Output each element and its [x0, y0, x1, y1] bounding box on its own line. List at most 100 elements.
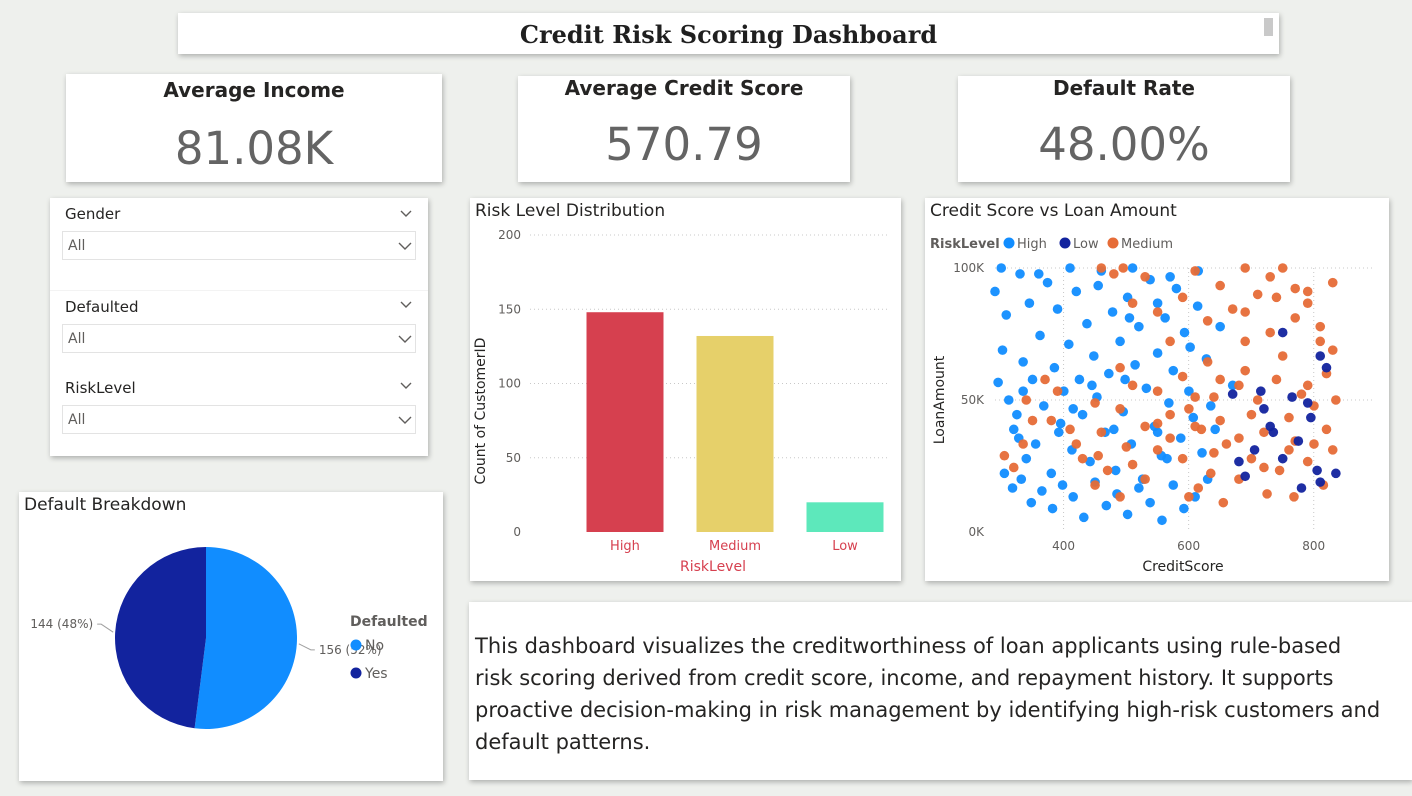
scatter-point-high[interactable]	[1093, 280, 1103, 291]
scatter-point-high[interactable]	[1141, 383, 1152, 394]
scatter-point-medium[interactable]	[1121, 442, 1132, 452]
scatter-point-medium[interactable]	[1152, 386, 1163, 396]
scatter-point-high[interactable]	[1152, 427, 1163, 438]
scatter-point-high[interactable]	[1104, 368, 1114, 379]
scatter-point-medium[interactable]	[1190, 421, 1200, 432]
scatter-point-medium[interactable]	[1302, 298, 1313, 308]
scatter-point-high[interactable]	[1089, 351, 1099, 361]
scatter-point-high[interactable]	[1134, 321, 1144, 332]
scatter-point-medium[interactable]	[1262, 489, 1272, 499]
scatter-point-medium[interactable]	[1008, 462, 1019, 473]
scatter-point-medium[interactable]	[1290, 313, 1301, 323]
scatter-point-high[interactable]	[1026, 497, 1037, 508]
scatter-point-low[interactable]	[1259, 404, 1269, 414]
scatter-point-high[interactable]	[1152, 348, 1163, 358]
scatter-point-medium[interactable]	[1209, 448, 1219, 458]
bar-low[interactable]	[806, 502, 884, 532]
scatter-point-high[interactable]	[1052, 304, 1063, 314]
scatter-point-high[interactable]	[1082, 318, 1092, 329]
scatter-point-high[interactable]	[1168, 480, 1179, 490]
scatter-point-medium[interactable]	[1271, 374, 1282, 385]
scatter-point-medium[interactable]	[1215, 280, 1225, 291]
scatter-point-high[interactable]	[990, 286, 1000, 297]
scatter-point-high[interactable]	[1033, 269, 1044, 279]
scatter-point-low[interactable]	[1249, 445, 1260, 455]
scatter-point-medium[interactable]	[1096, 427, 1107, 438]
scatter-point-high[interactable]	[1210, 424, 1220, 435]
scatter-point-medium[interactable]	[1227, 304, 1238, 314]
scatter-point-medium[interactable]	[1018, 439, 1028, 449]
scatter-point-medium[interactable]	[1265, 327, 1275, 338]
scatter-point-medium[interactable]	[1177, 453, 1188, 464]
scatter-point-high[interactable]	[1077, 409, 1088, 420]
scatter-point-high[interactable]	[1145, 497, 1155, 508]
chevron-down-icon[interactable]	[398, 206, 414, 222]
scatter-point-medium[interactable]	[1152, 418, 1163, 429]
scatter-point-medium[interactable]	[1096, 263, 1107, 273]
chevron-down-icon[interactable]	[398, 297, 414, 313]
scatter-point-low[interactable]	[1312, 465, 1322, 476]
scatter-point-low[interactable]	[1277, 327, 1288, 338]
scatter-point-high[interactable]	[1165, 272, 1175, 282]
scatter-point-low[interactable]	[1265, 421, 1275, 432]
scatter-point-medium[interactable]	[1315, 321, 1326, 332]
scatter-point-high[interactable]	[1115, 336, 1125, 347]
scatter-point-high[interactable]	[996, 263, 1007, 273]
scatter-point-medium[interactable]	[1240, 263, 1250, 273]
scatter-point-high[interactable]	[1007, 483, 1018, 493]
scatter-point-medium[interactable]	[1271, 292, 1282, 303]
scatter-point-high[interactable]	[999, 468, 1010, 479]
legend-item-medium[interactable]: Medium	[1121, 237, 1173, 252]
default-breakdown-pie-chart[interactable]: Default Breakdown 156 (52%) 144 (48%) Def…	[19, 492, 443, 781]
scatter-point-high[interactable]	[1179, 327, 1190, 338]
scatter-point-low[interactable]	[1331, 468, 1341, 479]
scatter-point-high[interactable]	[1068, 492, 1078, 502]
scatter-point-medium[interactable]	[1077, 453, 1088, 464]
scatter-point-medium[interactable]	[1296, 389, 1307, 399]
scatter-point-medium[interactable]	[1177, 371, 1188, 382]
scatter-point-medium[interactable]	[1277, 351, 1288, 361]
scatter-point-medium[interactable]	[1184, 404, 1194, 414]
risklevel-dropdown[interactable]: All	[62, 405, 416, 434]
title-scrollbar[interactable]	[1264, 18, 1273, 36]
scatter-point-medium[interactable]	[1246, 409, 1257, 420]
scatter-point-medium[interactable]	[1118, 263, 1129, 273]
scatter-point-medium[interactable]	[1302, 380, 1313, 391]
pie-slice-yes[interactable]	[114, 547, 206, 729]
scatter-point-high[interactable]	[1160, 313, 1170, 323]
scatter-point-high[interactable]	[1192, 301, 1203, 311]
scatter-point-high[interactable]	[1071, 286, 1082, 297]
scatter-point-low[interactable]	[1277, 453, 1288, 464]
scatter-point-low[interactable]	[1315, 351, 1326, 361]
scatter-point-high[interactable]	[1127, 263, 1138, 273]
scatter-point-medium[interactable]	[1302, 286, 1313, 297]
scatter-point-low[interactable]	[1256, 386, 1266, 396]
scatter-point-medium[interactable]	[1221, 439, 1232, 449]
scatter-point-low[interactable]	[1315, 477, 1326, 487]
scatter-point-high[interactable]	[1049, 362, 1060, 373]
scatter-point-low[interactable]	[1227, 389, 1238, 399]
scatter-point-high[interactable]	[1053, 427, 1064, 438]
scatter-point-medium[interactable]	[1205, 468, 1216, 479]
scatter-point-medium[interactable]	[1184, 492, 1194, 502]
scatter-point-medium[interactable]	[1284, 412, 1294, 423]
scatter-point-high[interactable]	[1003, 395, 1014, 405]
scatter-point-high[interactable]	[1037, 486, 1047, 496]
scatter-point-high[interactable]	[1018, 357, 1028, 367]
scatter-point-medium[interactable]	[1246, 453, 1257, 464]
defaulted-dropdown[interactable]: All	[62, 324, 416, 353]
scatter-point-high[interactable]	[1164, 398, 1174, 408]
scatter-point-medium[interactable]	[1165, 336, 1175, 347]
scatter-point-medium[interactable]	[1240, 307, 1250, 317]
scatter-point-medium[interactable]	[1127, 459, 1138, 470]
scatter-point-high[interactable]	[1001, 310, 1012, 320]
scatter-point-high[interactable]	[1042, 277, 1053, 288]
scatter-point-low[interactable]	[1240, 471, 1250, 482]
scatter-point-medium[interactable]	[1140, 421, 1150, 432]
scatter-point-high[interactable]	[1188, 412, 1199, 423]
legend-item-no[interactable]: No	[365, 638, 384, 654]
scatter-point-medium[interactable]	[1252, 395, 1263, 405]
scatter-point-medium[interactable]	[1289, 492, 1299, 502]
scatter-point-high[interactable]	[1124, 313, 1135, 323]
scatter-point-high[interactable]	[1064, 339, 1074, 350]
